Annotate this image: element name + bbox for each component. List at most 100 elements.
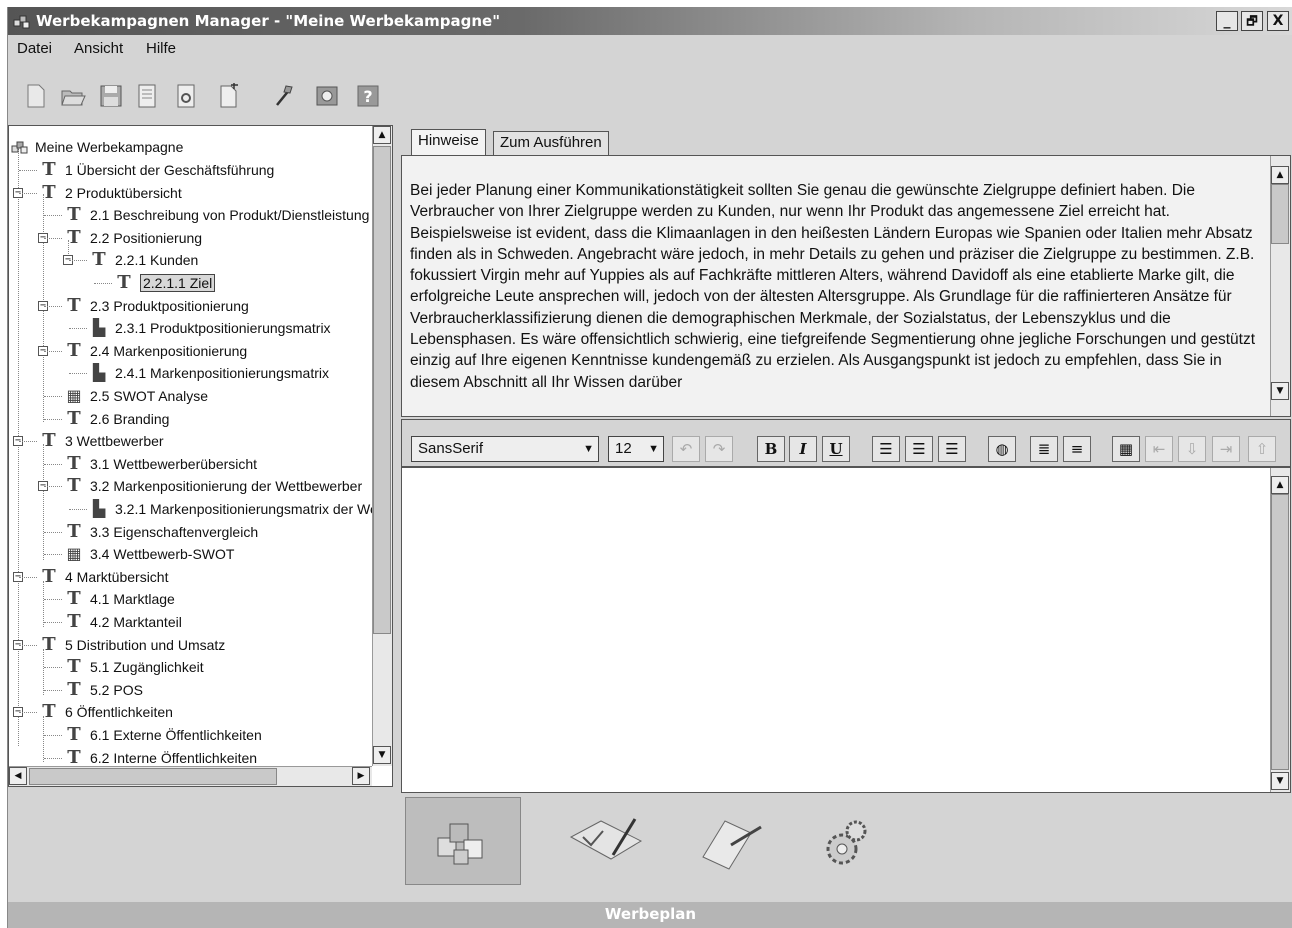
upload-icon[interactable] — [314, 83, 340, 109]
text-icon: T — [42, 182, 56, 203]
scroll-left-arrow-icon[interactable]: ◀ — [9, 767, 27, 785]
tree-vertical-scrollbar[interactable]: ▲ ▼ — [372, 126, 392, 766]
menu-datei[interactable]: Datei — [17, 40, 52, 57]
bold-button[interactable]: B — [757, 436, 785, 462]
table-row-insert-button[interactable]: ⇤ — [1145, 436, 1173, 462]
tree-item[interactable]: T 2.2.1 Kunden — [89, 249, 198, 271]
menu-ansicht[interactable]: Ansicht — [74, 40, 123, 57]
new-file-icon[interactable] — [23, 83, 49, 109]
tree-item[interactable]: T 3.3 Eigenschaftenvergleich — [64, 521, 258, 543]
print-preview-icon[interactable] — [135, 83, 161, 109]
menu-hilfe[interactable]: Hilfe — [146, 40, 176, 57]
minimize-button[interactable]: _ — [1216, 11, 1238, 31]
wizard-icon[interactable] — [272, 83, 298, 109]
tree-item[interactable]: T 4 Marktübersicht — [39, 566, 168, 588]
editor-scroll-down-icon[interactable]: ▼ — [1271, 772, 1289, 790]
tree-item[interactable]: T 2 Produktübersicht — [39, 182, 181, 204]
editor-toolbar: SansSerif ▼ 12 ▼ ↶ ↷ B I U ☰ ☰ ☰ ◍ ≣ ≡ ▦… — [401, 419, 1291, 467]
tree-item[interactable]: T 2.3 Produktpositionierung — [64, 295, 249, 317]
tree-item-label: 4 Marktübersicht — [65, 569, 169, 585]
nav-werbeplan[interactable] — [405, 797, 521, 885]
save-icon[interactable] — [98, 83, 124, 109]
underline-button[interactable]: U — [822, 436, 850, 462]
table-col-insert-button[interactable]: ⇩ — [1178, 436, 1206, 462]
tab-zum-ausfuehren[interactable]: Zum Ausführen — [493, 131, 609, 155]
close-doc-icon[interactable] — [216, 83, 242, 109]
help-icon[interactable]: ? — [355, 83, 381, 109]
scroll-right-arrow-icon[interactable]: ▶ — [352, 767, 370, 785]
nav-settings[interactable] — [790, 797, 906, 885]
nav-notes[interactable] — [673, 797, 789, 885]
tree-item[interactable]: ▙ 2.3.1 Produktpositionierungsmatrix — [89, 317, 331, 339]
tree-item[interactable]: T 6 Öffentlichkeiten — [39, 701, 173, 723]
outline-tree[interactable]: Meine Werbekampagne T 1 Übersicht der Ges… — [9, 126, 372, 766]
tab-hinweise[interactable]: Hinweise — [411, 129, 486, 155]
tree-item[interactable]: T 5.2 POS — [64, 679, 143, 701]
tree-item[interactable]: T 4.1 Marktlage — [64, 588, 175, 610]
text-icon: T — [117, 272, 131, 293]
editor-scroll-thumb[interactable] — [1271, 494, 1289, 770]
scroll-down-arrow-icon[interactable]: ▼ — [373, 746, 391, 764]
editor-scroll-up-icon[interactable]: ▲ — [1271, 476, 1289, 494]
tree-item[interactable]: T 5 Distribution und Umsatz — [39, 634, 225, 656]
title-bar[interactable]: Werbekampagnen Manager - "Meine Werbekam… — [8, 7, 1292, 35]
font-size-value: 12 — [615, 440, 632, 457]
hint-scroll-down-icon[interactable]: ▼ — [1271, 382, 1289, 400]
tree-item[interactable]: T 5.1 Zugänglichkeit — [64, 656, 203, 678]
font-family-select[interactable]: SansSerif ▼ — [411, 436, 599, 462]
tree-item[interactable]: T 1 Übersicht der Geschäftsführung — [39, 159, 274, 181]
status-bar: Werbeplan — [8, 902, 1292, 928]
color-picker-button[interactable]: ◍ — [988, 436, 1016, 462]
tree-item[interactable]: T 3 Wettbewerber — [39, 430, 163, 452]
editor-scrollbar[interactable]: ▲ ▼ — [1270, 468, 1290, 792]
close-button[interactable]: X — [1267, 11, 1289, 31]
insert-table-button[interactable]: ▦ — [1112, 436, 1140, 462]
export-icon[interactable] — [173, 83, 199, 109]
tree-root[interactable]: Meine Werbekampagne — [11, 136, 183, 158]
tree-item[interactable]: T 2.2.1.1 Ziel — [114, 272, 216, 294]
tree-item[interactable]: T 2.4 Markenpositionierung — [64, 340, 247, 362]
tree-item-label: 2.3 Produktpositionierung — [90, 298, 249, 314]
align-left-button[interactable]: ☰ — [872, 436, 900, 462]
scroll-thumb[interactable] — [373, 146, 391, 634]
tree-item[interactable]: T 2.1 Beschreibung von Produkt/Dienstleis… — [64, 204, 369, 226]
undo-button[interactable]: ↶ — [672, 436, 700, 462]
tree-item[interactable]: ▦ 3.4 Wettbewerb-SWOT — [64, 543, 234, 565]
horizontal-scroll-thumb[interactable] — [29, 768, 277, 785]
tree-item[interactable]: T 2.2 Positionierung — [64, 227, 202, 249]
table-row-delete-button[interactable]: ⇥ — [1212, 436, 1240, 462]
align-center-button[interactable]: ☰ — [905, 436, 933, 462]
maximize-button[interactable]: 🗗 — [1241, 11, 1263, 31]
text-icon: T — [92, 249, 106, 270]
italic-button[interactable]: I — [789, 436, 817, 462]
table-col-delete-button[interactable]: ⇧ — [1248, 436, 1276, 462]
editor-area[interactable]: ▲ ▼ — [401, 467, 1291, 793]
tree-item[interactable]: ▦ 2.5 SWOT Analyse — [64, 385, 208, 407]
numbered-list-button[interactable]: ≣ — [1030, 436, 1058, 462]
hint-scroll-thumb[interactable] — [1271, 184, 1289, 244]
hint-scrollbar[interactable]: ▲ ▼ — [1270, 156, 1290, 416]
tree-horizontal-scrollbar[interactable]: ◀ ▶ — [9, 766, 372, 786]
tree-item[interactable]: ▙ 3.2.1 Markenpositionierungsmatrix der W… — [89, 498, 372, 520]
chevron-down-icon: ▼ — [648, 443, 659, 455]
outline-tree-panel: Meine Werbekampagne T 1 Übersicht der Ges… — [8, 125, 393, 787]
hint-scroll-up-icon[interactable]: ▲ — [1271, 166, 1289, 184]
tree-item[interactable]: T 3.2 Markenpositionierung der Wettbewerb… — [64, 475, 362, 497]
tree-item[interactable]: T 2.6 Branding — [64, 408, 169, 430]
scroll-up-arrow-icon[interactable]: ▲ — [373, 126, 391, 144]
bullet-list-button[interactable]: ≡ — [1063, 436, 1091, 462]
tree-item[interactable]: T 3.1 Wettbewerberübersicht — [64, 453, 257, 475]
text-icon: T — [67, 475, 81, 496]
text-icon: T — [42, 430, 56, 451]
open-folder-icon[interactable] — [60, 83, 86, 109]
window-title: Werbekampagnen Manager - "Meine Werbekam… — [36, 12, 501, 30]
nav-checklist[interactable] — [551, 797, 667, 885]
tree-item[interactable]: T 6.1 Externe Öffentlichkeiten — [64, 724, 261, 746]
tree-item[interactable]: T 6.2 Interne Öffentlichkeiten — [64, 747, 257, 767]
tree-item-label: 2.6 Branding — [90, 411, 170, 427]
tree-item[interactable]: ▙ 2.4.1 Markenpositionierungsmatrix — [89, 362, 329, 384]
redo-button[interactable]: ↷ — [705, 436, 733, 462]
tree-item[interactable]: T 4.2 Marktanteil — [64, 611, 182, 633]
align-right-button[interactable]: ☰ — [938, 436, 966, 462]
font-size-select[interactable]: 12 ▼ — [608, 436, 664, 462]
